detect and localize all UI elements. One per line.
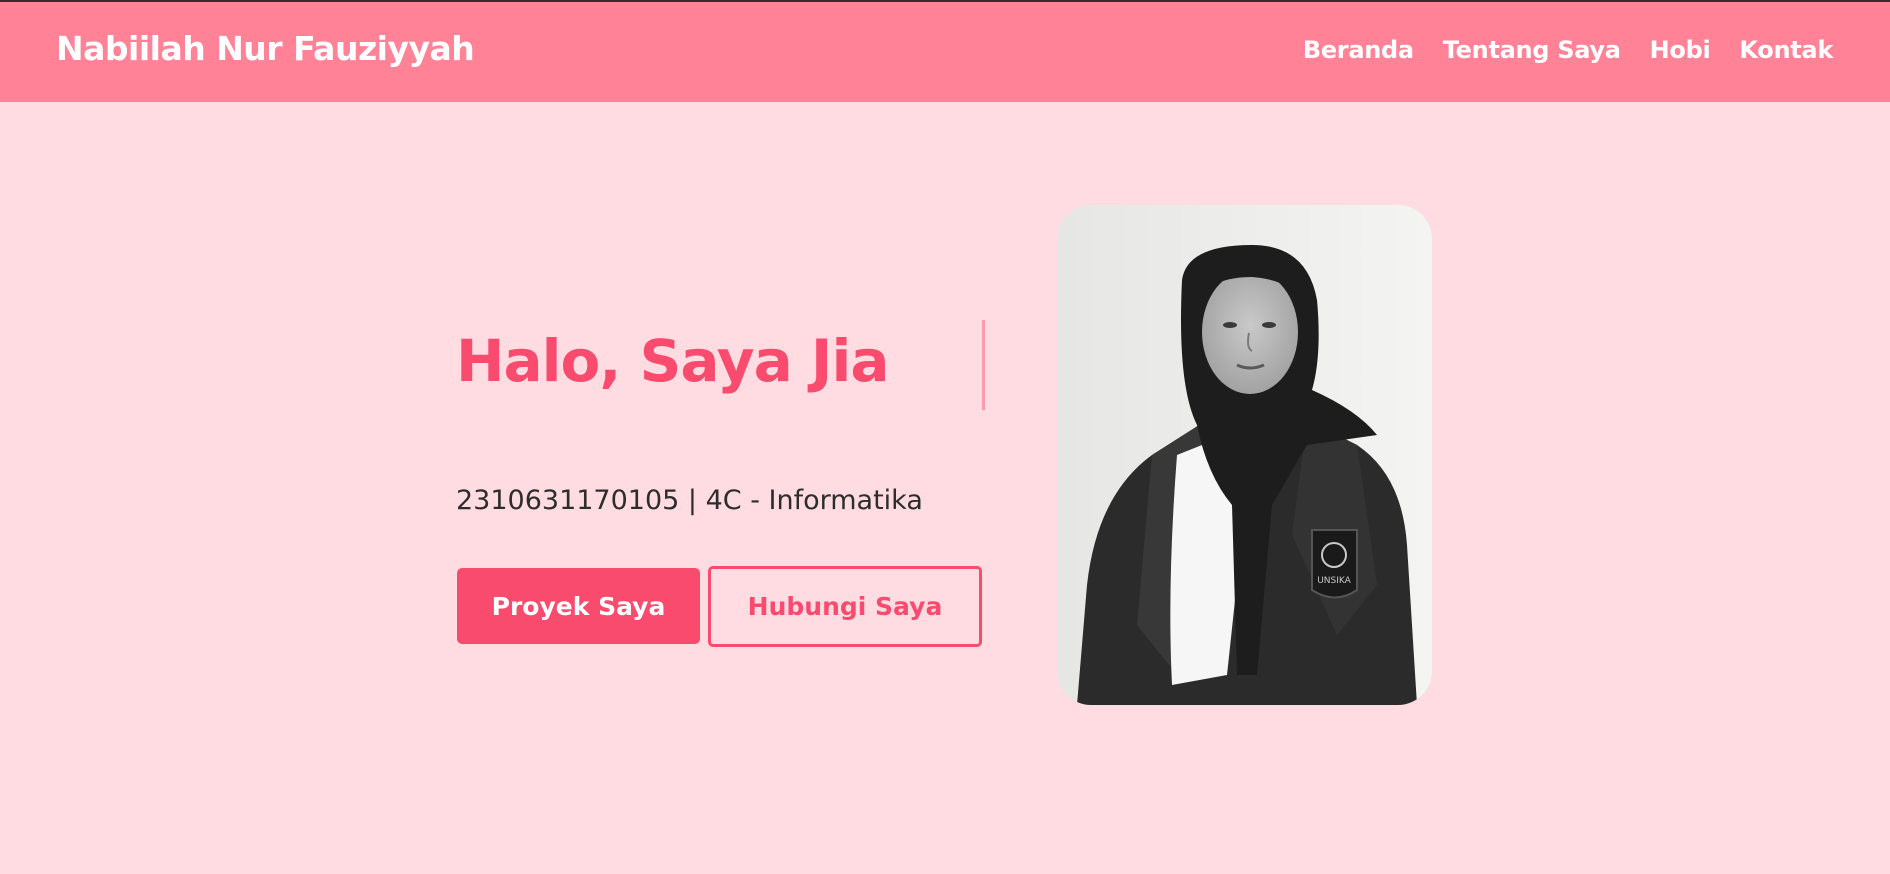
student-info: 2310631170105 | 4C - Informatika [456,485,923,516]
nav-link-beranda[interactable]: Beranda [1303,36,1414,64]
hero-section: Halo, Saya Jia 2310631170105 | 4C - Info… [0,102,1890,874]
site-brand[interactable]: Nabiilah Nur Fauziyyah [56,29,475,68]
nav-link-hobi[interactable]: Hobi [1650,36,1711,64]
navbar: Nabiilah Nur Fauziyyah Beranda Tentang S… [0,2,1890,102]
nav-link-kontak[interactable]: Kontak [1739,36,1833,64]
hero-greeting: Halo, Saya Jia [456,327,889,395]
nav-menu: Beranda Tentang Saya Hobi Kontak [1303,36,1833,64]
profile-photo: UNSIKA [1057,205,1432,705]
nav-link-tentang-saya[interactable]: Tentang Saya [1443,36,1621,64]
projects-button[interactable]: Proyek Saya [457,568,700,644]
contact-button[interactable]: Hubungi Saya [708,566,982,647]
typing-cursor [982,320,985,410]
photo-badge-text: UNSIKA [1317,576,1351,586]
